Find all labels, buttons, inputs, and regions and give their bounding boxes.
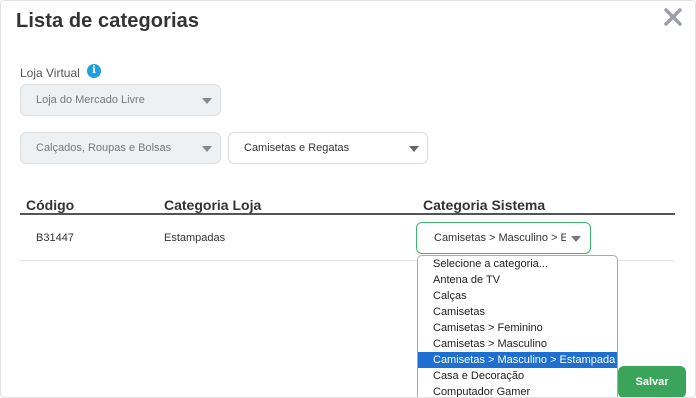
system-category-dropdown[interactable]: Selecione a categoria... Antena de TV Ca… <box>417 255 618 397</box>
dropdown-option-selected[interactable]: Camisetas > Masculino > Estampada <box>418 352 617 368</box>
store-select-value: Loja do Mercado Livre <box>36 94 145 106</box>
modal-title: Lista de categorias <box>16 10 200 32</box>
info-icon[interactable]: i <box>87 64 101 78</box>
header-code: Código <box>26 197 75 213</box>
parent-category-value: Calçados, Roupas e Bolsas <box>36 142 172 154</box>
dropdown-option[interactable]: Casa e Decoração <box>418 368 617 384</box>
dropdown-option[interactable]: Selecione a categoria... <box>418 256 617 272</box>
save-button[interactable]: Salvar <box>618 366 686 397</box>
dropdown-option[interactable]: Antena de TV <box>418 272 617 288</box>
sub-category-select[interactable]: Camisetas e Regatas <box>228 132 428 164</box>
store-select: Loja do Mercado Livre <box>20 84 221 116</box>
system-category-value: Camisetas > Masculino > Estampada <box>434 232 566 244</box>
chevron-down-icon <box>202 146 212 152</box>
cell-store-category: Estampadas <box>164 232 226 244</box>
dropdown-option[interactable]: Camisetas > Feminino <box>418 320 617 336</box>
chevron-down-icon <box>409 146 419 152</box>
dropdown-option[interactable]: Computador Gamer <box>418 384 617 397</box>
store-label: Loja Virtual <box>20 66 80 80</box>
header-system-category: Categoria Sistema <box>423 197 546 213</box>
header-store-category: Categoria Loja <box>164 197 262 213</box>
sub-category-value: Camisetas e Regatas <box>244 142 350 154</box>
parent-category-select: Calçados, Roupas e Bolsas <box>20 132 221 164</box>
category-list-modal: Lista de categorias Loja Virtual i Loja … <box>0 0 696 398</box>
system-category-select[interactable]: Camisetas > Masculino > Estampada <box>416 222 591 254</box>
dropdown-option[interactable]: Camisetas > Masculino <box>418 336 617 352</box>
cell-code: B31447 <box>36 232 74 244</box>
chevron-down-icon <box>571 236 581 242</box>
chevron-down-icon <box>202 98 212 104</box>
dropdown-option[interactable]: Camisetas <box>418 304 617 320</box>
close-icon[interactable] <box>662 5 684 29</box>
dropdown-option[interactable]: Calças <box>418 288 617 304</box>
table-header: Código Categoria Loja Categoria Sistema <box>20 197 675 215</box>
